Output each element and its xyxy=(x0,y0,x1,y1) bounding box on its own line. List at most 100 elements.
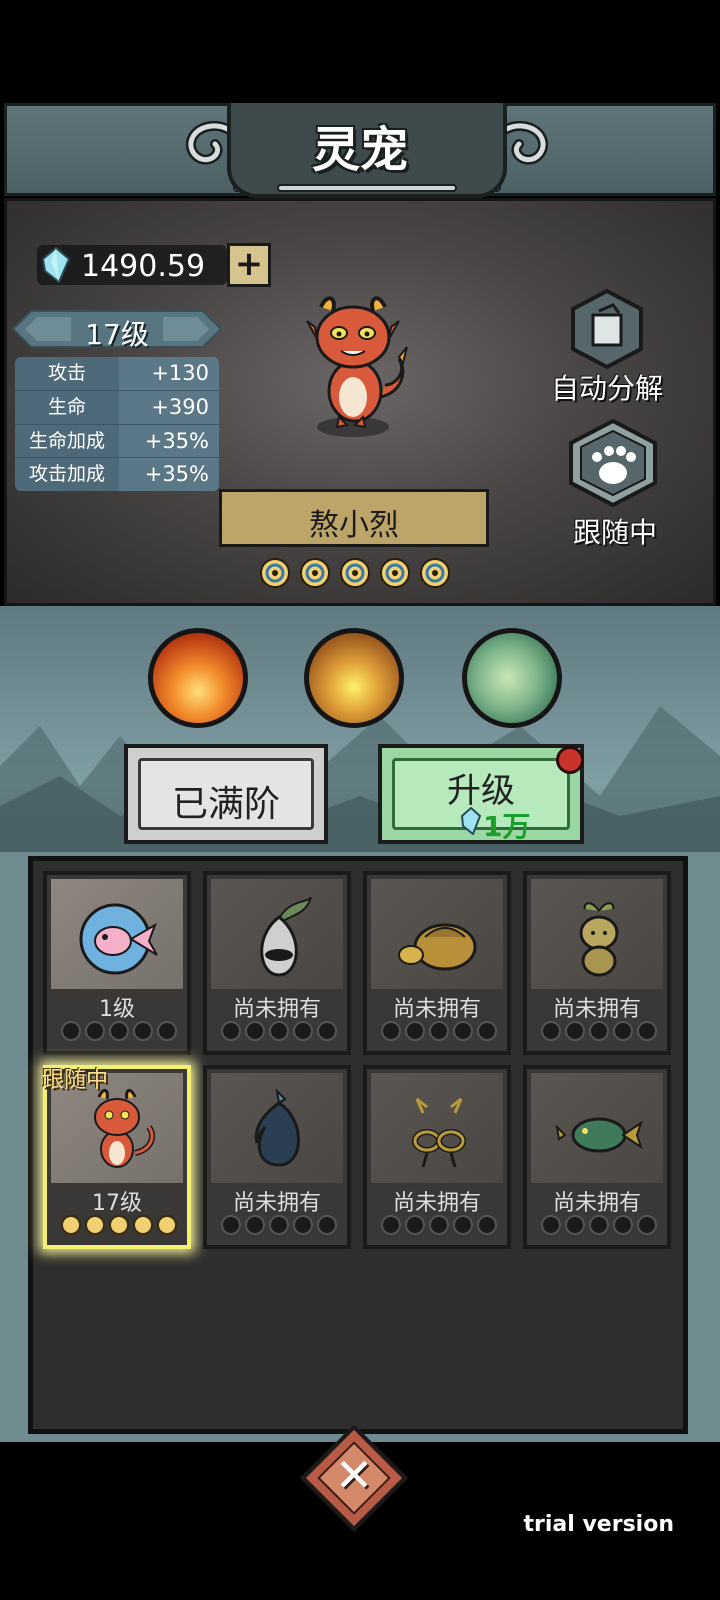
add-gems-button[interactable]: + xyxy=(227,243,271,287)
fish-pet-icon xyxy=(79,903,158,975)
earth-element-icon[interactable] xyxy=(304,628,404,728)
close-icon[interactable]: ✕ xyxy=(316,1448,392,1508)
card-art xyxy=(531,879,663,989)
stat-row-hp: 生命 +390 xyxy=(15,390,219,424)
follow-toggle-button[interactable]: 跟随中 xyxy=(555,417,675,549)
card-stars xyxy=(541,1021,661,1045)
pet-card[interactable]: 1级 xyxy=(43,871,191,1055)
star-empty-icon xyxy=(85,1021,105,1041)
wind-element-icon[interactable] xyxy=(462,628,562,728)
stat-value: +390 xyxy=(119,391,219,424)
page-title: 灵宠 xyxy=(311,122,408,178)
upgrade-cost-value: 1万 xyxy=(483,810,531,843)
pet-level-ribbon: 17级 xyxy=(11,309,223,351)
star-empty-icon xyxy=(317,1215,337,1235)
pet-card[interactable]: 尚未拥有 xyxy=(363,871,511,1055)
swirl-star-icon xyxy=(340,558,370,588)
maxed-label: 已满阶 xyxy=(171,784,280,825)
pet-card[interactable]: 尚未拥有 xyxy=(523,871,671,1055)
upgrade-cost: 1万 xyxy=(451,805,541,843)
card-stars xyxy=(381,1215,501,1239)
star-empty-icon xyxy=(381,1215,401,1235)
star-empty-icon xyxy=(429,1215,449,1235)
sprout-pet-icon xyxy=(579,902,619,977)
pet-level-text: 17级 xyxy=(85,318,149,351)
star-empty-icon xyxy=(477,1021,497,1041)
card-art xyxy=(211,879,343,989)
card-art xyxy=(531,1073,663,1183)
star-filled-icon xyxy=(61,1215,81,1235)
crystal-gem-icon xyxy=(41,247,71,283)
pet-card[interactable]: 尚未拥有 xyxy=(363,1065,511,1249)
upgrade-panel: 已满阶 升级 1万 xyxy=(0,606,720,866)
card-label: 尚未拥有 xyxy=(552,997,641,1022)
header-bar: 灵宠 xyxy=(4,103,716,198)
star-empty-icon xyxy=(589,1021,609,1041)
star-empty-icon xyxy=(157,1021,177,1041)
card-stars xyxy=(61,1021,181,1045)
follow-label: 跟随中 xyxy=(572,516,657,549)
star-empty-icon xyxy=(565,1215,585,1235)
notification-dot xyxy=(556,746,584,774)
star-empty-icon xyxy=(565,1021,585,1041)
star-empty-icon xyxy=(381,1021,401,1041)
card-stars xyxy=(541,1215,661,1239)
maxed-inner: 已满阶 xyxy=(138,758,314,830)
star-empty-icon xyxy=(109,1021,129,1041)
stat-row-hp-bonus: 生命加成 +35% xyxy=(15,424,219,458)
star-empty-icon xyxy=(613,1021,633,1041)
pet-card[interactable]: 尚未拥有 xyxy=(523,1065,671,1249)
star-empty-icon xyxy=(477,1215,497,1235)
pet-card[interactable]: 尚未拥有 xyxy=(203,1065,351,1249)
star-filled-icon xyxy=(157,1215,177,1235)
star-empty-icon xyxy=(293,1215,313,1235)
title-underline xyxy=(277,184,457,192)
turtle-pet-icon xyxy=(398,923,477,971)
maxed-rank-button[interactable]: 已满阶 xyxy=(124,744,328,844)
card-art xyxy=(51,879,183,989)
decompose-icon xyxy=(571,288,643,370)
upgrade-button[interactable]: 升级 1万 xyxy=(378,744,584,844)
card-label: 尚未拥有 xyxy=(392,997,481,1022)
stat-row-attack-bonus: 攻击加成 +35% xyxy=(15,457,219,491)
card-stars xyxy=(221,1021,341,1045)
star-empty-icon xyxy=(317,1021,337,1041)
radish-pet-icon xyxy=(260,896,312,977)
stat-label: 生命加成 xyxy=(28,430,105,452)
star-empty-icon xyxy=(269,1021,289,1041)
star-empty-icon xyxy=(541,1215,561,1235)
card-stars xyxy=(61,1215,181,1239)
stat-label: 攻击 xyxy=(47,362,86,384)
swirl-star-icon xyxy=(420,558,450,588)
spirit-pet-icon xyxy=(254,1088,300,1167)
card-art xyxy=(371,879,503,989)
star-empty-icon xyxy=(453,1021,473,1041)
crab-pet-icon xyxy=(412,1097,466,1168)
pet-grid: 1级 尚未拥有 尚未拥有 尚未拥有 17级 尚未拥有 尚未拥有 尚未拥有 xyxy=(28,856,688,1434)
pet-card[interactable]: 尚未拥有 xyxy=(203,871,351,1055)
star-empty-icon xyxy=(613,1215,633,1235)
stat-label: 攻击加成 xyxy=(28,463,105,485)
gem-value: 1490.59 xyxy=(81,249,206,284)
gem-counter: 1490.59 xyxy=(37,245,227,285)
crystal-gem-icon xyxy=(461,807,481,835)
star-empty-icon xyxy=(61,1021,81,1041)
fire-element-icon[interactable] xyxy=(148,628,248,728)
star-filled-icon xyxy=(85,1215,105,1235)
card-label: 尚未拥有 xyxy=(232,1191,321,1216)
pet-display-panel: 1490.59 + 17级 攻击 +130 生命 +390 生命加成 +35% … xyxy=(4,198,716,606)
card-label: 1级 xyxy=(99,997,135,1022)
star-empty-icon xyxy=(453,1215,473,1235)
auto-decompose-button[interactable]: 自动分解 xyxy=(547,287,667,407)
star-empty-icon xyxy=(293,1021,313,1041)
card-stars xyxy=(221,1215,341,1239)
trial-watermark: trial version xyxy=(523,1512,674,1537)
star-empty-icon xyxy=(637,1021,657,1041)
star-empty-icon xyxy=(245,1021,265,1041)
star-filled-icon xyxy=(109,1215,129,1235)
stat-value: +35% xyxy=(119,458,219,491)
auto-decompose-label: 自动分解 xyxy=(550,372,663,405)
card-art xyxy=(211,1073,343,1183)
following-tag: 跟随中 xyxy=(42,1068,109,1093)
card-label: 尚未拥有 xyxy=(392,1191,481,1216)
